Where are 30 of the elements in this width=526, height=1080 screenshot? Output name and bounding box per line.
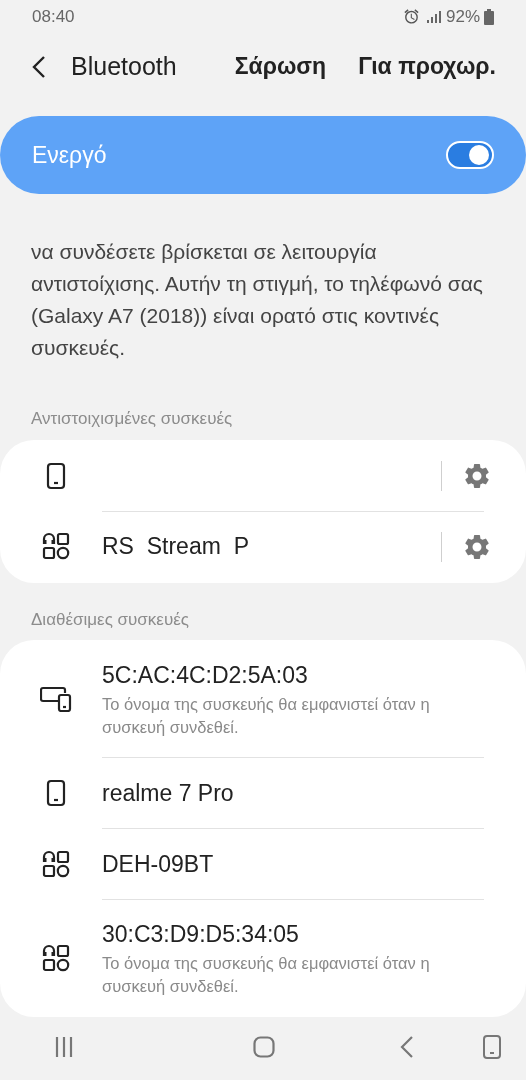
toggle-switch[interactable] — [446, 141, 494, 170]
back-icon[interactable] — [32, 54, 46, 79]
signal-icon — [425, 9, 442, 24]
device-name[interactable]: RS Stream P — [102, 532, 441, 562]
status-time: 08:40 — [32, 5, 75, 28]
phone-icon — [46, 461, 66, 490]
section-header: Αντιστοιχισμένες συσκευές — [30, 408, 234, 431]
battery-percent: 92% — [445, 5, 480, 28]
battery-icon — [484, 8, 494, 25]
devices-icon — [40, 686, 72, 713]
device-grid-icon — [42, 849, 70, 878]
page-title: Bluetooth — [71, 50, 177, 82]
device-hint: Το όνομα της συσκευής θα εμφανιστεί όταν η συσκευή συνδεθεί. — [102, 953, 431, 997]
device-name[interactable]: realme 7 Pro — [102, 778, 484, 808]
alarm-icon — [402, 8, 420, 26]
toolbar-action[interactable]: Σάρωση — [234, 49, 327, 84]
section-header: Διαθέσιμες συσκευές — [30, 608, 190, 631]
device-hint: Το όνομα της συσκευής θα εμφανιστεί όταν η συσκευή συνδεθεί. — [102, 694, 431, 738]
home-icon[interactable] — [253, 1035, 275, 1058]
description-text: να συνδέσετε βρίσκεται σε λειτουργία αντιστοίχισης. Αυτήν τη στιγμή, το τηλέφωνό σας (Galaxy A7 (2018)) είναι ορατό στις κοντινές συσκευές. — [30, 239, 484, 362]
device-name[interactable]: DEH-09BT — [102, 849, 484, 879]
device-name[interactable]: 5C:AC:4C:D2:5A:03 — [102, 660, 484, 690]
device-grid-icon — [42, 943, 70, 972]
device-name[interactable]: 30:C3:D9:D5:34:05 — [102, 919, 484, 949]
recent-apps-icon[interactable] — [54, 1035, 74, 1058]
toolbar-action[interactable]: Για προχωρ. — [358, 49, 496, 84]
switch-label: Ενεργό — [32, 140, 107, 170]
phone-icon — [46, 778, 66, 807]
device-grid-icon — [42, 532, 70, 561]
phone-icon[interactable] — [483, 1034, 501, 1059]
